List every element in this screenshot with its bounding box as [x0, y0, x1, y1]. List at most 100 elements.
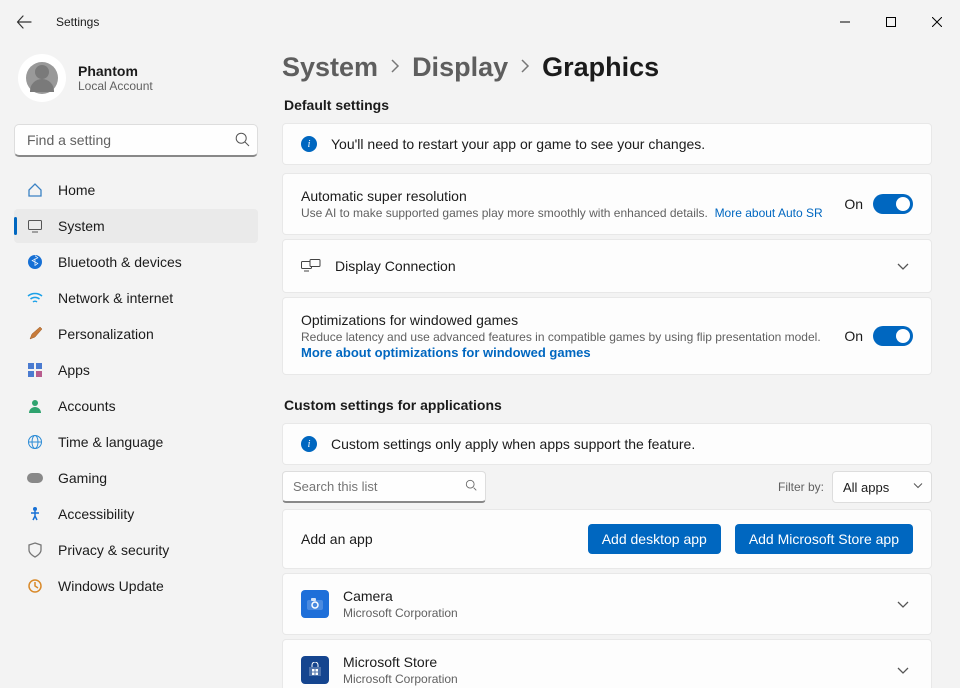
globe-icon: [26, 433, 44, 451]
profile-block[interactable]: Phantom Local Account: [14, 44, 258, 118]
owg-toggle[interactable]: [873, 326, 913, 346]
app-publisher: Microsoft Corporation: [343, 606, 879, 620]
owg-link[interactable]: More about optimizations for windowed ga…: [301, 345, 591, 360]
display-connection-title: Display Connection: [335, 258, 879, 274]
crumb-display[interactable]: Display: [412, 52, 508, 83]
filter-row: Filter by: All apps: [282, 471, 932, 503]
system-icon: [26, 217, 44, 235]
chevron-down-icon[interactable]: [893, 254, 913, 278]
app-row-camera[interactable]: Camera Microsoft Corporation: [282, 573, 932, 635]
back-button[interactable]: [8, 6, 40, 38]
nav-label: System: [58, 218, 105, 234]
main-content: System Display Graphics Default settings…: [268, 44, 960, 688]
nav-label: Windows Update: [58, 578, 164, 594]
list-search-input[interactable]: [282, 471, 486, 503]
auto-sr-toggle[interactable]: [873, 194, 913, 214]
owg-toggle-label: On: [844, 328, 863, 344]
info-text: Custom settings only apply when apps sup…: [331, 436, 695, 452]
nav-home[interactable]: Home: [14, 173, 258, 207]
list-search-wrap: [282, 471, 486, 503]
nav-accessibility[interactable]: Accessibility: [14, 497, 258, 531]
display-connection-card[interactable]: Display Connection: [282, 239, 932, 293]
info-text: You'll need to restart your app or game …: [331, 136, 705, 152]
chevron-down-icon[interactable]: [893, 658, 913, 682]
nav-label: Home: [58, 182, 95, 198]
titlebar: Settings: [0, 0, 960, 44]
accessibility-icon: [26, 505, 44, 523]
filter-label: Filter by:: [778, 480, 824, 494]
owg-sub: Reduce latency and use advanced features…: [301, 330, 830, 344]
auto-sr-sub-text: Use AI to make supported games play more…: [301, 206, 708, 220]
custom-info-banner: i Custom settings only apply when apps s…: [282, 423, 932, 465]
display-connection-icon: [301, 258, 321, 274]
custom-settings-heading: Custom settings for applications: [284, 397, 932, 413]
owg-title: Optimizations for windowed games: [301, 312, 830, 328]
nav-network[interactable]: Network & internet: [14, 281, 258, 315]
add-app-title: Add an app: [301, 531, 574, 547]
bluetooth-icon: [26, 253, 44, 271]
wifi-icon: [26, 289, 44, 307]
person-icon: [26, 397, 44, 415]
nav-apps[interactable]: Apps: [14, 353, 258, 387]
nav-label: Accounts: [58, 398, 116, 414]
chevron-down-icon[interactable]: [893, 592, 913, 616]
filter-select[interactable]: All apps: [832, 471, 932, 503]
auto-sr-toggle-label: On: [844, 196, 863, 212]
auto-sr-card: Automatic super resolution Use AI to mak…: [282, 173, 932, 235]
nav-gaming[interactable]: Gaming: [14, 461, 258, 495]
add-store-app-button[interactable]: Add Microsoft Store app: [735, 524, 913, 554]
sidebar: Phantom Local Account Home System Blueto…: [0, 44, 268, 688]
app-name: Camera: [343, 588, 879, 604]
nav-label: Accessibility: [58, 506, 134, 522]
breadcrumb: System Display Graphics: [282, 52, 932, 83]
nav-label: Gaming: [58, 470, 107, 486]
nav-label: Apps: [58, 362, 90, 378]
crumb-system[interactable]: System: [282, 52, 378, 83]
camera-icon: [301, 590, 329, 618]
default-settings-heading: Default settings: [284, 97, 932, 113]
nav-personalization[interactable]: Personalization: [14, 317, 258, 351]
nav-windows-update[interactable]: Windows Update: [14, 569, 258, 603]
search-icon[interactable]: [235, 132, 250, 150]
window-controls: [822, 6, 960, 38]
nav-bluetooth[interactable]: Bluetooth & devices: [14, 245, 258, 279]
search-icon[interactable]: [465, 479, 478, 495]
nav-privacy[interactable]: Privacy & security: [14, 533, 258, 567]
info-icon: i: [301, 136, 317, 152]
minimize-button[interactable]: [822, 6, 868, 38]
add-app-row: Add an app Add desktop app Add Microsoft…: [282, 509, 932, 569]
nav-label: Personalization: [58, 326, 154, 342]
profile-name: Phantom: [78, 63, 153, 79]
search-wrap: [14, 124, 258, 157]
auto-sr-sub: Use AI to make supported games play more…: [301, 206, 830, 220]
nav-time-language[interactable]: Time & language: [14, 425, 258, 459]
maximize-button[interactable]: [868, 6, 914, 38]
app-publisher: Microsoft Corporation: [343, 672, 879, 686]
nav-label: Network & internet: [58, 290, 173, 306]
search-input[interactable]: [14, 124, 258, 157]
nav-label: Privacy & security: [58, 542, 169, 558]
auto-sr-title: Automatic super resolution: [301, 188, 830, 204]
info-icon: i: [301, 436, 317, 452]
nav-label: Bluetooth & devices: [58, 254, 182, 270]
add-desktop-app-button[interactable]: Add desktop app: [588, 524, 721, 554]
update-icon: [26, 577, 44, 595]
auto-sr-link[interactable]: More about Auto SR: [715, 206, 823, 220]
shield-icon: [26, 541, 44, 559]
restart-info-banner: i You'll need to restart your app or gam…: [282, 123, 932, 165]
chevron-right-icon: [390, 59, 400, 76]
profile-sub: Local Account: [78, 79, 153, 93]
nav-accounts[interactable]: Accounts: [14, 389, 258, 423]
nav-label: Time & language: [58, 434, 163, 450]
windowed-optimizations-card: Optimizations for windowed games Reduce …: [282, 297, 932, 375]
close-button[interactable]: [914, 6, 960, 38]
app-row-store[interactable]: Microsoft Store Microsoft Corporation: [282, 639, 932, 688]
gamepad-icon: [26, 469, 44, 487]
nav-system[interactable]: System: [14, 209, 258, 243]
brush-icon: [26, 325, 44, 343]
avatar: [18, 54, 66, 102]
chevron-right-icon: [520, 59, 530, 76]
arrow-left-icon: [16, 14, 32, 30]
filter-value: All apps: [843, 480, 889, 495]
crumb-graphics: Graphics: [542, 52, 659, 83]
